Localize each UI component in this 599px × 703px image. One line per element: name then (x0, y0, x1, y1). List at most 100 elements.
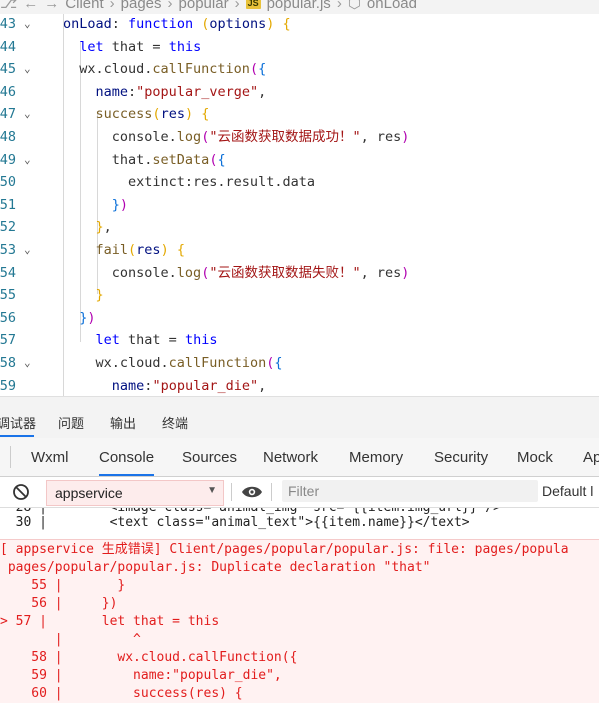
code-line[interactable]: 49 ⌄ that.setData({ (0, 149, 599, 171)
line-number: 58 (0, 355, 16, 371)
code-text: } (95, 287, 104, 304)
tab-problems[interactable]: 问题 (58, 413, 84, 432)
divider (10, 446, 11, 468)
error-line: [ appservice 生成错误] Client/pages/popular/… (0, 542, 569, 557)
console-output: 28 | <image class="animal_img" src="{{it… (0, 508, 599, 703)
tab-mock[interactable]: Mock (517, 449, 553, 466)
code-text: }) (79, 309, 96, 326)
log-levels-dropdown[interactable]: Default l (542, 483, 593, 499)
code-text: wx.cloud.callFunction({ (63, 355, 283, 371)
code-line[interactable]: 59 name:"popular_die", (0, 375, 599, 396)
context-selector[interactable]: appservice ▼ (46, 480, 224, 506)
fold-chevron-icon[interactable]: ⌄ (24, 14, 36, 35)
code-line[interactable]: 53 ⌄ fail(res) { (0, 239, 599, 261)
code-line[interactable]: 58 ⌄ wx.cloud.callFunction({ (0, 352, 599, 374)
tab-appdata[interactable]: Ap (583, 449, 599, 466)
fold-chevron-icon[interactable]: ⌄ (24, 58, 36, 80)
tab-network[interactable]: Network (263, 449, 318, 466)
code-text: }) (111, 196, 129, 213)
fold-chevron-icon[interactable]: ⌄ (24, 352, 36, 374)
tab-security[interactable]: Security (434, 449, 488, 466)
console-line: 30 | <text class="animal_text">{{item.na… (0, 515, 470, 530)
tab-memory[interactable]: Memory (349, 449, 403, 466)
line-number: 45 (0, 61, 16, 78)
js-file-icon: JS (245, 0, 261, 9)
line-number: 44 (0, 38, 16, 55)
line-number: 52 (0, 219, 16, 236)
filter-input[interactable] (282, 480, 538, 502)
code-line[interactable]: 57 let that = this (0, 329, 599, 351)
code-text: console.log("云函数获取数据成功！", res) (63, 129, 410, 145)
split-editor-icon[interactable]: ⎇ (0, 0, 17, 12)
code-line[interactable]: 55 } (0, 284, 599, 306)
error-line: 56 | }) (0, 596, 118, 611)
tab-sources[interactable]: Sources (182, 449, 237, 466)
tab-wxml[interactable]: Wxml (31, 449, 69, 466)
code-line[interactable]: 45 ⌄ wx.cloud.callFunction({ (0, 58, 599, 80)
code-line[interactable]: 48 console.log("云函数获取数据成功！", res) (0, 126, 599, 148)
divider (231, 483, 232, 501)
code-line[interactable]: 44 let that = this (0, 36, 599, 58)
code-text: fail(res) { (95, 242, 185, 258)
line-number: 43 (0, 16, 16, 32)
code-line[interactable]: 47 ⌄ success(res) { (0, 103, 599, 125)
error-line: | ^ (0, 632, 141, 647)
error-message: [ appservice 生成错误] Client/pages/popular/… (0, 539, 599, 703)
code-text: name:"popular_verge", (95, 83, 267, 100)
back-arrow-icon[interactable]: ← (23, 0, 38, 12)
line-number: 47 (0, 106, 16, 123)
code-line[interactable]: 56 }) (0, 307, 599, 329)
line-number: 59 (0, 377, 16, 394)
code-text: let that = this (79, 38, 202, 55)
line-number: 56 (0, 309, 16, 326)
tab-console[interactable]: Console (99, 449, 155, 476)
error-line: > 57 | let that = this (0, 614, 220, 629)
active-tab-underline (0, 435, 34, 437)
breadcrumb-item[interactable]: onLoad (367, 0, 417, 12)
tab-debugger[interactable]: 调试器 (0, 413, 36, 432)
forward-arrow-icon[interactable]: → (44, 0, 59, 12)
chevron-right-icon: › (167, 0, 173, 12)
breadcrumb-item[interactable]: Client (65, 0, 103, 12)
code-text: that.setData({ (63, 151, 226, 168)
error-line: pages/popular/popular.js: Duplicate decl… (0, 560, 431, 575)
line-number: 46 (0, 83, 16, 100)
line-number: 55 (0, 287, 16, 304)
code-text: }, (95, 219, 112, 236)
code-line[interactable]: 52 }, (0, 216, 599, 238)
fold-chevron-icon[interactable]: ⌄ (24, 239, 36, 261)
clear-console-icon[interactable] (12, 483, 30, 501)
line-number: 51 (0, 196, 16, 213)
code-text: name:"popular_die", (111, 377, 267, 394)
devtools-panel-tabs: Wxml Console Sources Network Memory Secu… (0, 438, 599, 477)
breadcrumb-item[interactable]: popular.js (267, 0, 331, 12)
code-line[interactable]: 50 extinct:res.result.data (0, 171, 599, 193)
dropdown-arrow-icon: ▼ (207, 485, 217, 496)
devtools-top-tabs: 调试器 问题 输出 终端 (0, 396, 599, 439)
breadcrumb-item[interactable]: popular (179, 0, 229, 12)
code-text: let that = this (95, 332, 218, 349)
fold-chevron-icon[interactable]: ⌄ (24, 103, 36, 125)
code-line[interactable]: 54 console.log("云函数获取数据失败！", res) (0, 262, 599, 284)
code-editor[interactable]: 43 ⌄ onLoad: function (options) {44 let th… (0, 14, 599, 396)
tab-terminal[interactable]: 终端 (162, 413, 188, 432)
breadcrumb-item[interactable]: pages (121, 0, 162, 12)
code-text: success(res) { (95, 106, 210, 123)
line-number: 54 (0, 264, 16, 281)
error-line: 58 | wx.cloud.callFunction({ (0, 650, 298, 665)
method-cube-icon: ⬡ (347, 0, 361, 12)
error-line: 60 | success(res) { (0, 686, 243, 701)
line-number: 49 (0, 151, 16, 168)
context-value: appservice (55, 485, 123, 501)
code-line[interactable]: 46 name:"popular_verge", (0, 81, 599, 103)
fold-chevron-icon[interactable]: ⌄ (24, 149, 36, 171)
code-line[interactable]: 43 ⌄ onLoad: function (options) { (0, 14, 599, 35)
line-number: 50 (0, 174, 16, 191)
line-number: 48 (0, 129, 16, 145)
code-text: console.log("云函数获取数据失败！", res) (63, 264, 410, 281)
code-line[interactable]: 51 }) (0, 194, 599, 216)
eye-icon[interactable] (241, 484, 263, 500)
code-text: extinct:res.result.data (63, 174, 315, 191)
tab-output[interactable]: 输出 (110, 413, 136, 432)
breadcrumb: ⎇ ← → Client › pages › popular › JS popu… (0, 0, 599, 14)
